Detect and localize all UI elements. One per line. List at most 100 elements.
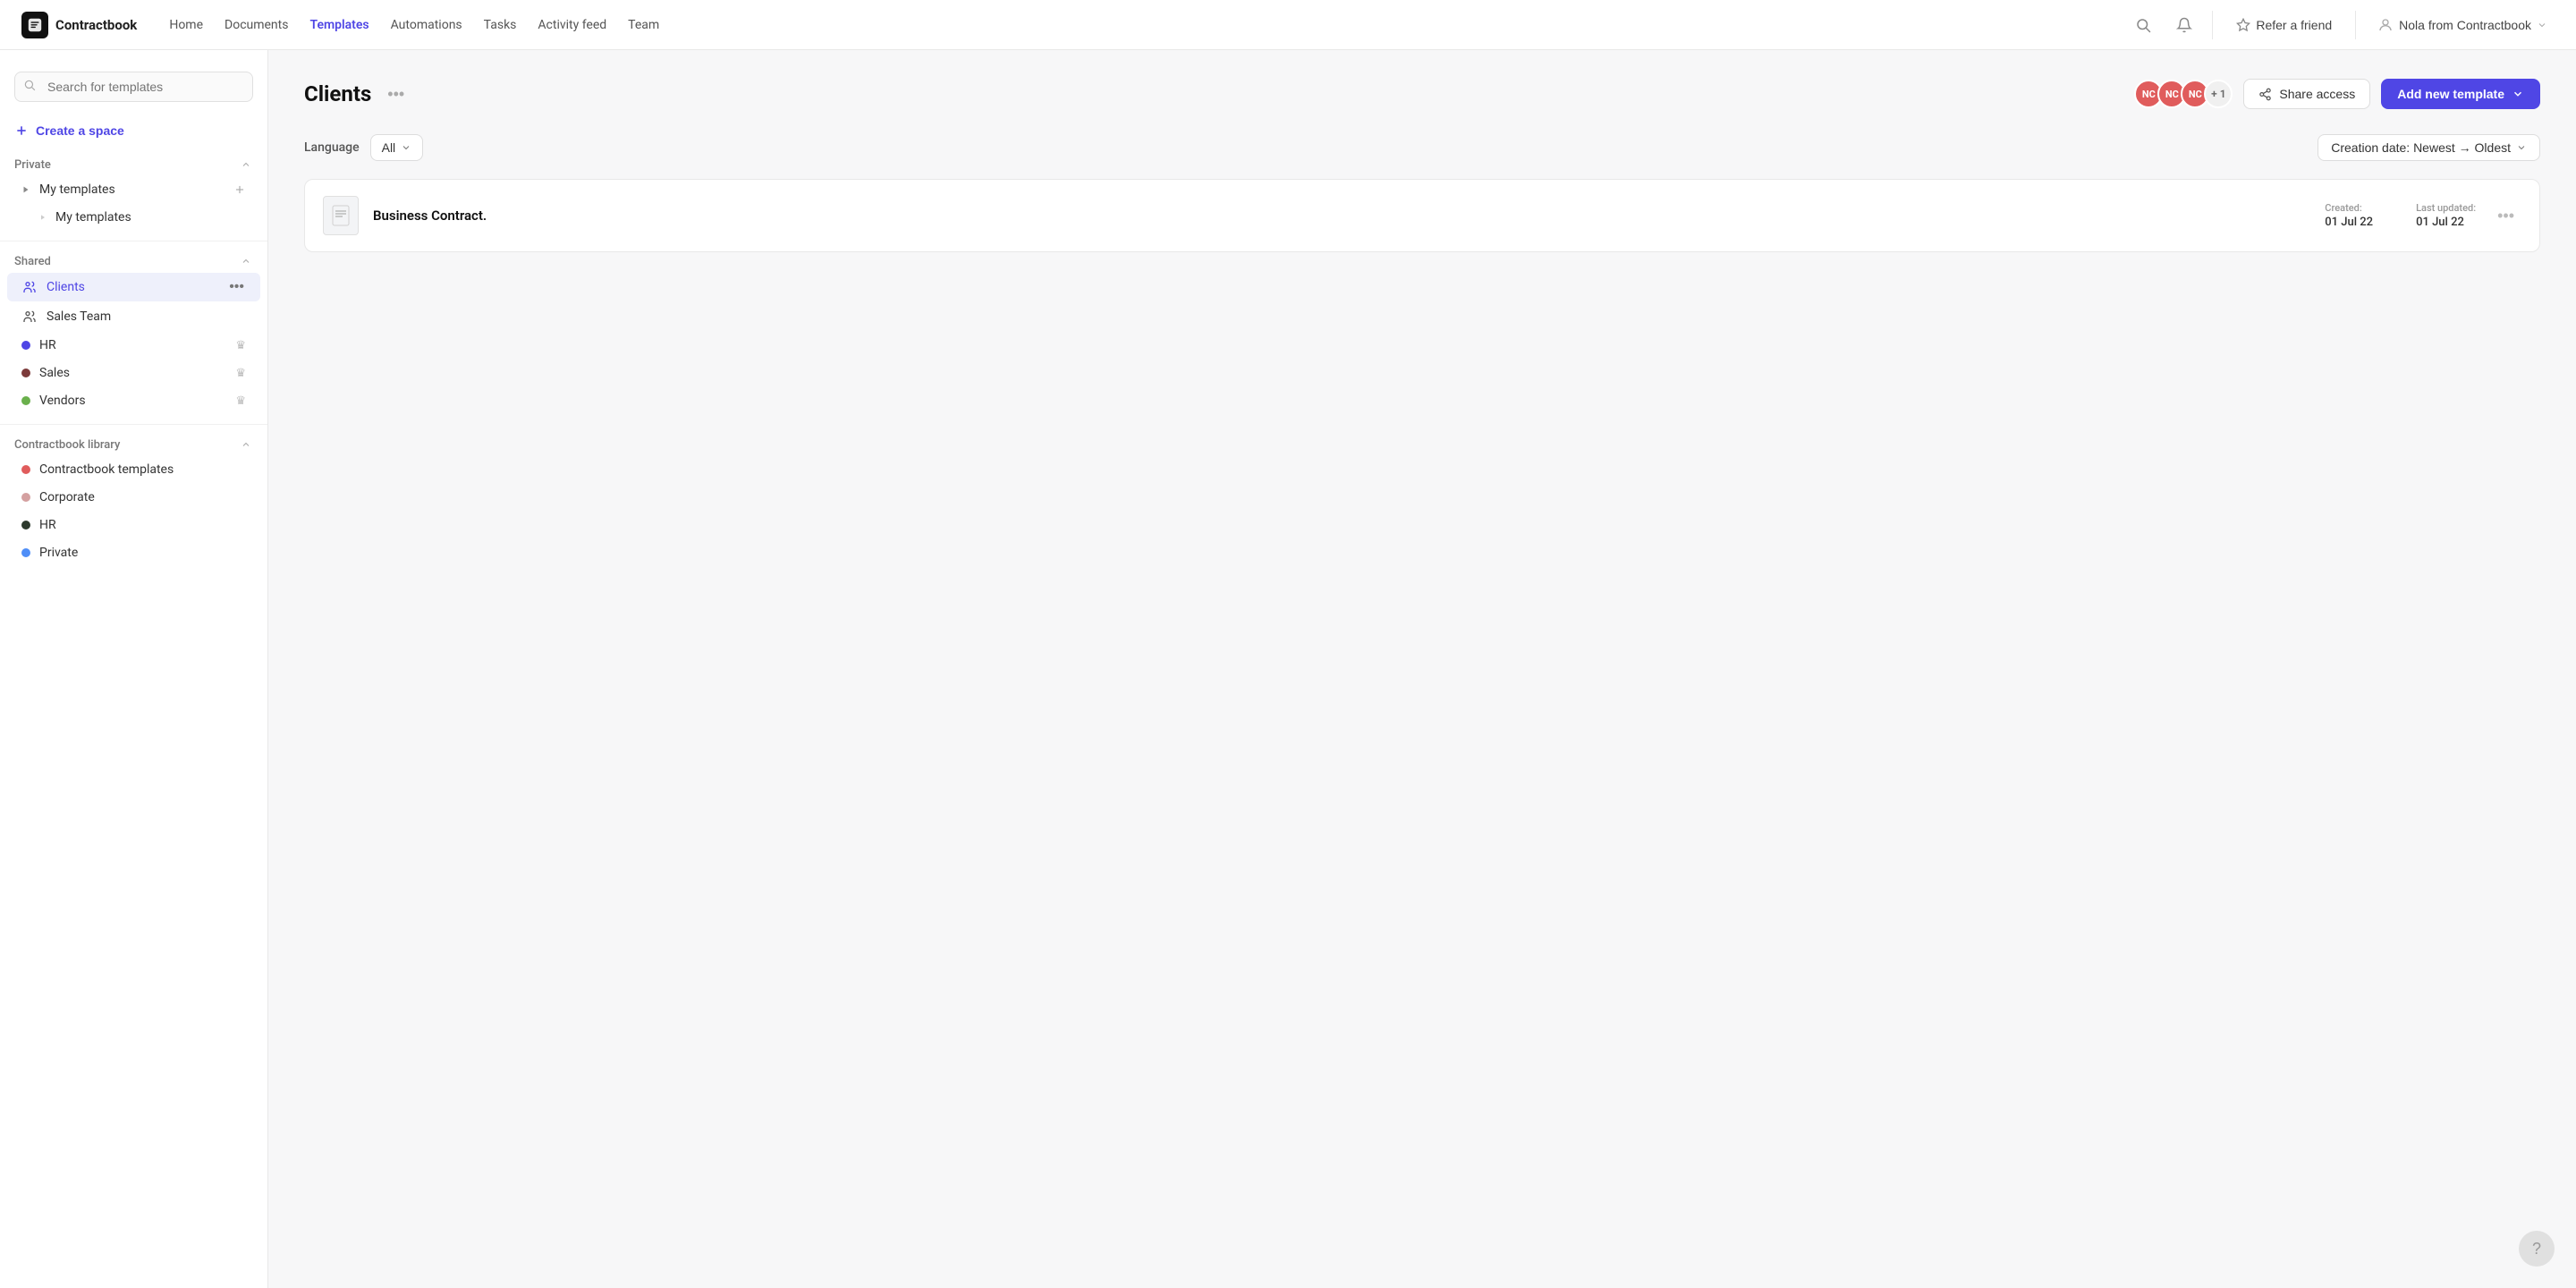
top-navigation: Contractbook Home Documents Templates Au… bbox=[0, 0, 2576, 50]
sidebar-item-hr-library[interactable]: HR bbox=[7, 512, 260, 538]
sidebar-item-sales-team[interactable]: Sales Team bbox=[7, 302, 260, 331]
sidebar-item-vendors[interactable]: Vendors ♛ bbox=[7, 387, 260, 414]
sidebar-item-my-templates-group[interactable]: My templates bbox=[7, 176, 260, 203]
nav-automations[interactable]: Automations bbox=[391, 18, 462, 32]
created-meta: Created: 01 Jul 22 bbox=[2325, 202, 2373, 229]
share-access-label: Share access bbox=[2279, 87, 2355, 101]
private-section: Private My templates My templates bbox=[0, 152, 267, 233]
my-templates-group-label: My templates bbox=[39, 182, 225, 197]
sidebar-item-corporate[interactable]: Corporate bbox=[7, 484, 260, 511]
shared-collapse-button[interactable] bbox=[239, 254, 253, 268]
cb-templates-label: Contractbook templates bbox=[39, 462, 246, 477]
notifications-button[interactable] bbox=[2171, 12, 2198, 38]
page-title: Clients bbox=[304, 81, 371, 106]
nav-right: Refer a friend Nola from Contractbook bbox=[2130, 11, 2555, 39]
nav-divider-2 bbox=[2355, 11, 2356, 39]
title-more-button[interactable]: ••• bbox=[382, 81, 410, 107]
shared-section: Shared Clients ••• Sales bbox=[0, 249, 267, 417]
nav-documents[interactable]: Documents bbox=[225, 18, 288, 32]
template-name: Business Contract. bbox=[373, 208, 2310, 224]
sidebar-item-sales[interactable]: Sales ♛ bbox=[7, 360, 260, 386]
my-templates-sub-label: My templates bbox=[55, 210, 246, 225]
user-name-label: Nola from Contractbook bbox=[2399, 18, 2531, 32]
refer-friend-button[interactable]: Refer a friend bbox=[2227, 13, 2341, 38]
template-more-button[interactable]: ••• bbox=[2490, 203, 2521, 229]
search-icon bbox=[23, 79, 36, 95]
hr-library-dot bbox=[21, 521, 30, 530]
nav-team[interactable]: Team bbox=[628, 18, 659, 32]
user-menu-button[interactable]: Nola from Contractbook bbox=[2370, 12, 2555, 38]
vendors-crown-icon: ♛ bbox=[235, 394, 246, 408]
main-header: Clients ••• NC NC NC + 1 Share access Ad… bbox=[304, 79, 2540, 109]
created-label: Created: bbox=[2325, 202, 2373, 214]
logo-icon bbox=[21, 12, 48, 38]
library-label: Contractbook library bbox=[14, 438, 120, 452]
private-section-header: Private bbox=[0, 154, 267, 175]
nav-templates[interactable]: Templates bbox=[309, 18, 369, 32]
vendors-label: Vendors bbox=[39, 394, 226, 408]
nav-activity-feed[interactable]: Activity feed bbox=[538, 18, 606, 32]
updated-meta: Last updated: 01 Jul 22 bbox=[2416, 202, 2476, 229]
clients-more-button[interactable]: ••• bbox=[227, 279, 246, 295]
app-layout: Create a space Private My templates bbox=[0, 50, 2576, 1288]
sales-team-label: Sales Team bbox=[47, 309, 246, 324]
sidebar: Create a space Private My templates bbox=[0, 50, 268, 1288]
library-collapse-button[interactable] bbox=[239, 437, 253, 452]
create-space-button[interactable]: Create a space bbox=[0, 116, 267, 152]
table-row[interactable]: Business Contract. Created: 01 Jul 22 La… bbox=[305, 180, 2539, 251]
shared-section-header: Shared bbox=[0, 250, 267, 272]
sidebar-item-hr[interactable]: HR ♛ bbox=[7, 332, 260, 359]
search-container bbox=[14, 72, 253, 102]
my-templates-sub-expand-button[interactable] bbox=[39, 214, 47, 221]
share-access-button[interactable]: Share access bbox=[2243, 79, 2370, 109]
add-new-template-button[interactable]: Add new template bbox=[2381, 79, 2540, 109]
sidebar-item-cb-templates[interactable]: Contractbook templates bbox=[7, 456, 260, 483]
nav-links: Home Documents Templates Automations Tas… bbox=[169, 18, 2130, 32]
sales-label: Sales bbox=[39, 366, 226, 380]
language-select[interactable]: All bbox=[370, 134, 424, 161]
sales-team-icon bbox=[21, 309, 38, 325]
section-divider-2 bbox=[0, 424, 267, 425]
hr-label: HR bbox=[39, 338, 226, 352]
search-input[interactable] bbox=[14, 72, 253, 102]
sidebar-item-my-templates[interactable]: My templates bbox=[7, 204, 260, 231]
created-value: 01 Jul 22 bbox=[2325, 216, 2373, 229]
clients-actions: ••• bbox=[227, 279, 246, 295]
header-right: NC NC NC + 1 Share access Add new templa… bbox=[2134, 79, 2540, 109]
library-section-header: Contractbook library bbox=[0, 434, 267, 455]
hr-library-label: HR bbox=[39, 518, 246, 532]
language-label: Language bbox=[304, 140, 360, 155]
private-collapse-button[interactable] bbox=[239, 157, 253, 172]
private-label: Private bbox=[14, 158, 51, 172]
title-row: Clients ••• bbox=[304, 81, 410, 107]
hr-dot bbox=[21, 341, 30, 350]
logo-text: Contractbook bbox=[55, 17, 137, 33]
avatars-group: NC NC NC + 1 bbox=[2134, 80, 2233, 108]
sort-select[interactable]: Creation date: Newest → Oldest bbox=[2318, 134, 2540, 161]
library-section: Contractbook library Contractbook templa… bbox=[0, 432, 267, 569]
search-button[interactable] bbox=[2130, 12, 2157, 38]
add-my-templates-button[interactable] bbox=[233, 183, 246, 196]
create-space-label: Create a space bbox=[36, 123, 124, 138]
shared-label: Shared bbox=[14, 255, 51, 268]
sidebar-item-private-library[interactable]: Private bbox=[7, 539, 260, 566]
nav-home[interactable]: Home bbox=[169, 18, 203, 32]
private-library-label: Private bbox=[39, 546, 246, 560]
app-logo[interactable]: Contractbook bbox=[21, 12, 137, 38]
section-divider-1 bbox=[0, 241, 267, 242]
help-button[interactable]: ? bbox=[2519, 1231, 2555, 1267]
main-content: Clients ••• NC NC NC + 1 Share access Ad… bbox=[268, 50, 2576, 1288]
clients-icon bbox=[21, 279, 38, 295]
sales-dot bbox=[21, 369, 30, 377]
nav-divider bbox=[2212, 11, 2213, 39]
nav-tasks[interactable]: Tasks bbox=[484, 18, 517, 32]
template-list: Business Contract. Created: 01 Jul 22 La… bbox=[304, 179, 2540, 252]
sidebar-item-clients[interactable]: Clients ••• bbox=[7, 273, 260, 301]
clients-label: Clients bbox=[47, 280, 218, 294]
add-template-label: Add new template bbox=[2397, 87, 2504, 101]
cb-templates-dot bbox=[21, 465, 30, 474]
updated-label: Last updated: bbox=[2416, 202, 2476, 214]
my-templates-expand-button[interactable] bbox=[21, 185, 30, 194]
sort-label: Creation date: Newest → Oldest bbox=[2331, 140, 2511, 155]
refer-friend-label: Refer a friend bbox=[2256, 18, 2332, 32]
